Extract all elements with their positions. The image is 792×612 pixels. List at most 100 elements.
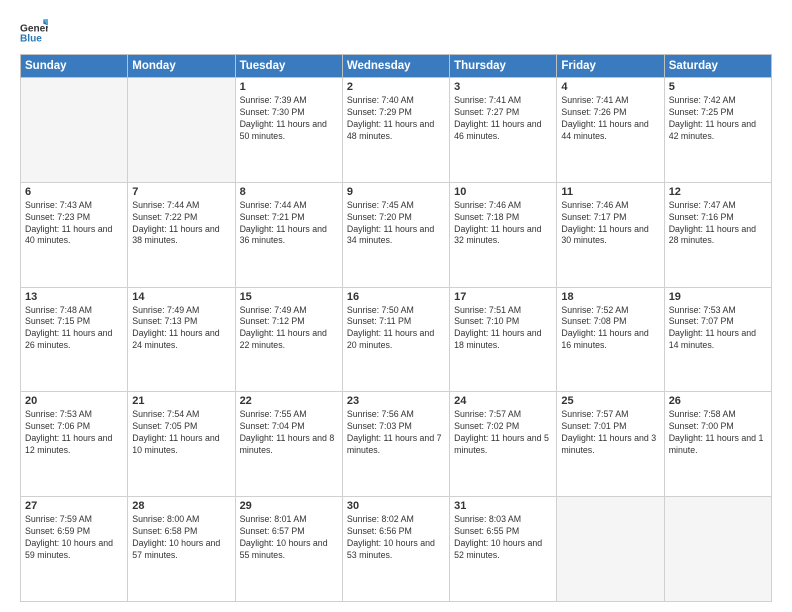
- day-info: Sunrise: 7:53 AM Sunset: 7:07 PM Dayligh…: [669, 305, 767, 353]
- day-info: Sunrise: 7:47 AM Sunset: 7:16 PM Dayligh…: [669, 200, 767, 248]
- day-info: Sunrise: 7:39 AM Sunset: 7:30 PM Dayligh…: [240, 95, 338, 143]
- day-number: 14: [132, 291, 230, 303]
- day-info: Sunrise: 7:49 AM Sunset: 7:12 PM Dayligh…: [240, 305, 338, 353]
- day-info: Sunrise: 7:49 AM Sunset: 7:13 PM Dayligh…: [132, 305, 230, 353]
- day-info: Sunrise: 7:51 AM Sunset: 7:10 PM Dayligh…: [454, 305, 552, 353]
- calendar-header-monday: Monday: [128, 55, 235, 78]
- day-info: Sunrise: 7:43 AM Sunset: 7:23 PM Dayligh…: [25, 200, 123, 248]
- calendar-cell: 9Sunrise: 7:45 AM Sunset: 7:20 PM Daylig…: [342, 182, 449, 287]
- calendar-table: SundayMondayTuesdayWednesdayThursdayFrid…: [20, 54, 772, 602]
- day-number: 8: [240, 186, 338, 198]
- day-number: 30: [347, 500, 445, 512]
- page: General Blue SundayMondayTuesdayWednesda…: [0, 0, 792, 612]
- logo-icon: General Blue: [20, 16, 48, 44]
- day-info: Sunrise: 7:58 AM Sunset: 7:00 PM Dayligh…: [669, 409, 767, 457]
- calendar-cell: 16 Sunrise: 7:50 AM Sunset: 7:11 PM Dayli…: [342, 287, 449, 392]
- calendar-cell: 12 Sunrise: 7:47 AM Sunset: 7:16 PM Dayli…: [664, 182, 771, 287]
- day-number: 29: [240, 500, 338, 512]
- day-number: 22: [240, 395, 338, 407]
- day-info: Sunrise: 8:02 AM Sunset: 6:56 PM Dayligh…: [347, 514, 445, 562]
- calendar-header-thursday: Thursday: [450, 55, 557, 78]
- calendar-cell: 14 Sunrise: 7:49 AM Sunset: 7:13 PM Dayli…: [128, 287, 235, 392]
- day-number: 13: [25, 291, 123, 303]
- day-number: 28: [132, 500, 230, 512]
- day-number: 12: [669, 186, 767, 198]
- calendar-cell: 6 Sunrise: 7:43 AM Sunset: 7:23 PM Daylig…: [21, 182, 128, 287]
- day-number: 19: [669, 291, 767, 303]
- day-info: Sunrise: 8:01 AM Sunset: 6:57 PM Dayligh…: [240, 514, 338, 562]
- svg-text:Blue: Blue: [20, 34, 42, 44]
- day-number: 9: [347, 186, 445, 198]
- day-number: 11: [561, 186, 659, 198]
- calendar-cell: 23 Sunrise: 7:56 AM Sunset: 7:03 PM Dayli…: [342, 392, 449, 497]
- day-info: Sunrise: 7:46 AM Sunset: 7:17 PM Dayligh…: [561, 200, 659, 248]
- calendar-cell: 8Sunrise: 7:44 AM Sunset: 7:21 PM Daylig…: [235, 182, 342, 287]
- day-info: Sunrise: 8:03 AM Sunset: 6:55 PM Dayligh…: [454, 514, 552, 562]
- day-info: Sunrise: 7:56 AM Sunset: 7:03 PM Dayligh…: [347, 409, 445, 457]
- calendar-cell: [557, 497, 664, 602]
- day-number: 5: [669, 81, 767, 93]
- day-info: Sunrise: 7:53 AM Sunset: 7:06 PM Dayligh…: [25, 409, 123, 457]
- day-number: 15: [240, 291, 338, 303]
- day-info: Sunrise: 7:52 AM Sunset: 7:08 PM Dayligh…: [561, 305, 659, 353]
- calendar-cell: 20 Sunrise: 7:53 AM Sunset: 7:06 PM Dayli…: [21, 392, 128, 497]
- day-info: Sunrise: 7:57 AM Sunset: 7:01 PM Dayligh…: [561, 409, 659, 457]
- day-number: 20: [25, 395, 123, 407]
- day-number: 16: [347, 291, 445, 303]
- day-info: Sunrise: 7:46 AM Sunset: 7:18 PM Dayligh…: [454, 200, 552, 248]
- header: General Blue: [20, 16, 772, 44]
- day-number: 2: [347, 81, 445, 93]
- calendar-cell: [128, 78, 235, 183]
- calendar-cell: [21, 78, 128, 183]
- day-info: Sunrise: 7:44 AM Sunset: 7:22 PM Dayligh…: [132, 200, 230, 248]
- calendar-week-0: 1 Sunrise: 7:39 AM Sunset: 7:30 PM Daylig…: [21, 78, 772, 183]
- calendar-header-tuesday: Tuesday: [235, 55, 342, 78]
- day-info: Sunrise: 7:40 AM Sunset: 7:29 PM Dayligh…: [347, 95, 445, 143]
- day-number: 4: [561, 81, 659, 93]
- day-number: 3: [454, 81, 552, 93]
- calendar-cell: 4 Sunrise: 7:41 AM Sunset: 7:26 PM Daylig…: [557, 78, 664, 183]
- calendar-cell: 30 Sunrise: 8:02 AM Sunset: 6:56 PM Dayli…: [342, 497, 449, 602]
- day-number: 31: [454, 500, 552, 512]
- calendar-cell: 29 Sunrise: 8:01 AM Sunset: 6:57 PM Dayli…: [235, 497, 342, 602]
- calendar-week-4: 27Sunrise: 7:59 AM Sunset: 6:59 PM Dayli…: [21, 497, 772, 602]
- calendar-cell: 31 Sunrise: 8:03 AM Sunset: 6:55 PM Dayli…: [450, 497, 557, 602]
- calendar-header-friday: Friday: [557, 55, 664, 78]
- day-number: 7: [132, 186, 230, 198]
- calendar-week-3: 20 Sunrise: 7:53 AM Sunset: 7:06 PM Dayli…: [21, 392, 772, 497]
- calendar-cell: 13 Sunrise: 7:48 AM Sunset: 7:15 PM Dayli…: [21, 287, 128, 392]
- calendar-cell: 22 Sunrise: 7:55 AM Sunset: 7:04 PM Dayli…: [235, 392, 342, 497]
- day-info: Sunrise: 7:42 AM Sunset: 7:25 PM Dayligh…: [669, 95, 767, 143]
- calendar-cell: 26Sunrise: 7:58 AM Sunset: 7:00 PM Dayli…: [664, 392, 771, 497]
- calendar-header-wednesday: Wednesday: [342, 55, 449, 78]
- day-number: 10: [454, 186, 552, 198]
- day-info: Sunrise: 7:55 AM Sunset: 7:04 PM Dayligh…: [240, 409, 338, 457]
- calendar-cell: 10 Sunrise: 7:46 AM Sunset: 7:18 PM Dayli…: [450, 182, 557, 287]
- calendar-cell: 1 Sunrise: 7:39 AM Sunset: 7:30 PM Daylig…: [235, 78, 342, 183]
- calendar-header-row: SundayMondayTuesdayWednesdayThursdayFrid…: [21, 55, 772, 78]
- calendar-cell: 24Sunrise: 7:57 AM Sunset: 7:02 PM Dayli…: [450, 392, 557, 497]
- day-number: 21: [132, 395, 230, 407]
- day-info: Sunrise: 8:00 AM Sunset: 6:58 PM Dayligh…: [132, 514, 230, 562]
- day-info: Sunrise: 7:48 AM Sunset: 7:15 PM Dayligh…: [25, 305, 123, 353]
- day-number: 18: [561, 291, 659, 303]
- calendar-cell: 17 Sunrise: 7:51 AM Sunset: 7:10 PM Dayli…: [450, 287, 557, 392]
- day-info: Sunrise: 7:54 AM Sunset: 7:05 PM Dayligh…: [132, 409, 230, 457]
- calendar-header-saturday: Saturday: [664, 55, 771, 78]
- calendar-cell: [664, 497, 771, 602]
- calendar-week-1: 6 Sunrise: 7:43 AM Sunset: 7:23 PM Daylig…: [21, 182, 772, 287]
- day-number: 23: [347, 395, 445, 407]
- calendar-cell: 2 Sunrise: 7:40 AM Sunset: 7:29 PM Daylig…: [342, 78, 449, 183]
- calendar-cell: 21 Sunrise: 7:54 AM Sunset: 7:05 PM Dayli…: [128, 392, 235, 497]
- day-number: 17: [454, 291, 552, 303]
- calendar-cell: 28 Sunrise: 8:00 AM Sunset: 6:58 PM Dayli…: [128, 497, 235, 602]
- calendar-week-2: 13 Sunrise: 7:48 AM Sunset: 7:15 PM Dayli…: [21, 287, 772, 392]
- calendar-cell: 5 Sunrise: 7:42 AM Sunset: 7:25 PM Daylig…: [664, 78, 771, 183]
- day-info: Sunrise: 7:50 AM Sunset: 7:11 PM Dayligh…: [347, 305, 445, 353]
- day-number: 1: [240, 81, 338, 93]
- day-number: 24: [454, 395, 552, 407]
- calendar-cell: 7 Sunrise: 7:44 AM Sunset: 7:22 PM Daylig…: [128, 182, 235, 287]
- day-info: Sunrise: 7:41 AM Sunset: 7:26 PM Dayligh…: [561, 95, 659, 143]
- day-number: 6: [25, 186, 123, 198]
- day-number: 25: [561, 395, 659, 407]
